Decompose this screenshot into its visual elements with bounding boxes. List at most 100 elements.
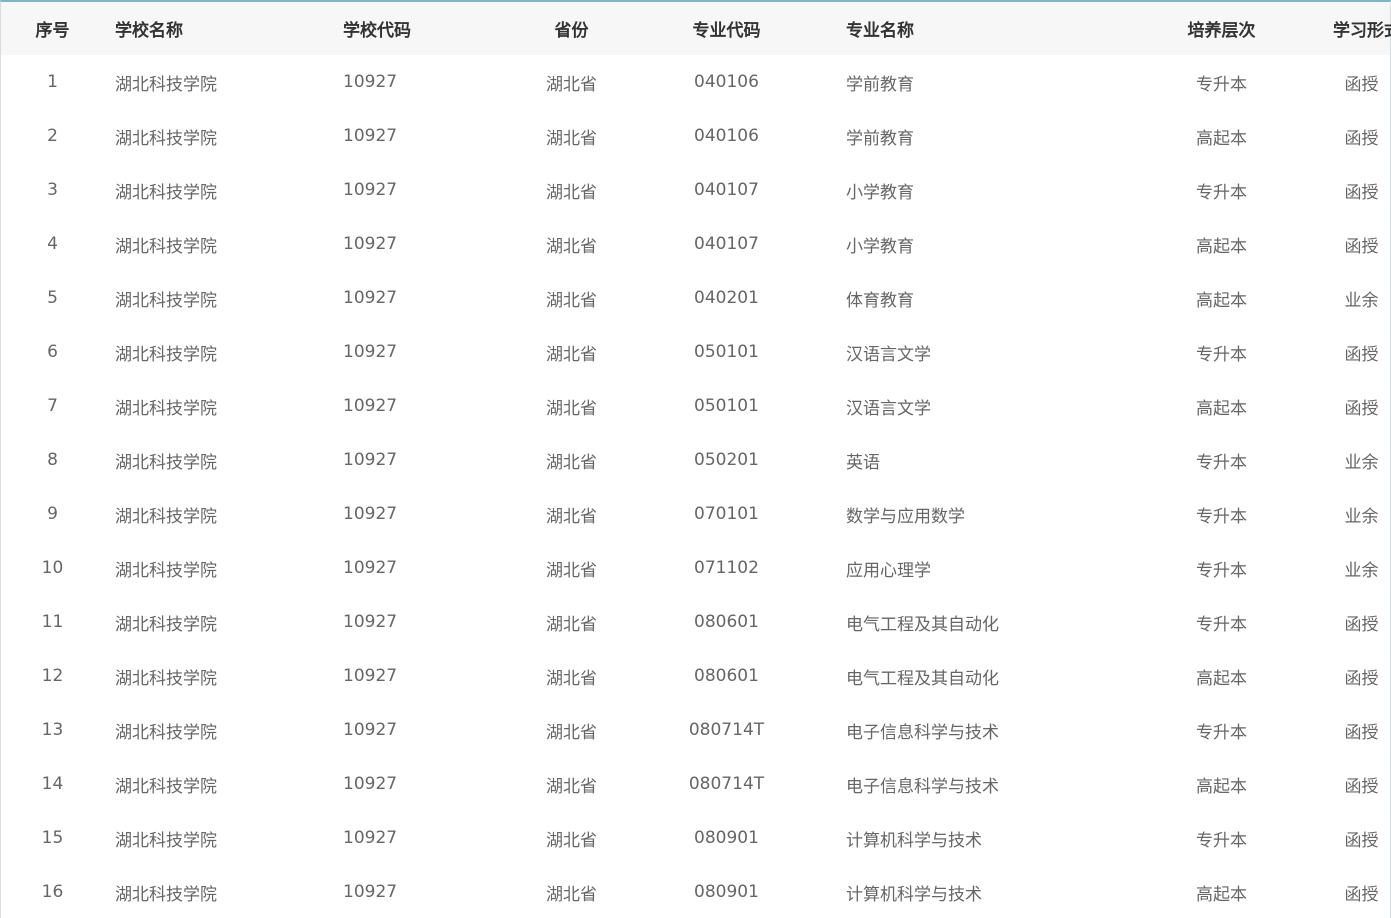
cell-index: 4 [47, 234, 58, 254]
cell-index: 16 [41, 882, 64, 902]
cell-level: 高起本 [1196, 290, 1247, 311]
cell-province: 湖北省 [546, 776, 597, 797]
table-row: 9 湖北科技学院 10927 湖北省 070101 数学与应用数学 专升本 业余 [1, 487, 1390, 541]
cell-level: 专升本 [1196, 506, 1247, 527]
cell-level: 专升本 [1196, 452, 1247, 473]
cell-major-code: 080601 [694, 612, 759, 632]
cell-school-name: 湖北科技学院 [115, 398, 217, 419]
cell-school-code: 10927 [343, 774, 398, 794]
cell-school-code: 10927 [343, 666, 398, 686]
cell-level: 高起本 [1196, 884, 1247, 905]
cell-index: 7 [47, 396, 58, 416]
cell-major-name: 体育教育 [846, 290, 914, 311]
cell-school-code: 10927 [343, 504, 398, 524]
cell-study-mode: 业余 [1344, 560, 1379, 581]
cell-province: 湖北省 [546, 884, 597, 905]
cell-level: 高起本 [1196, 398, 1247, 419]
cell-index: 3 [47, 180, 58, 200]
cell-province: 湖北省 [546, 74, 597, 95]
table-row: 4 湖北科技学院 10927 湖北省 040107 小学教育 高起本 函授 [1, 217, 1390, 271]
cell-study-mode: 函授 [1344, 884, 1379, 905]
table-row: 10 湖北科技学院 10927 湖北省 071102 应用心理学 专升本 业余 [1, 541, 1390, 595]
cell-major-name: 电子信息科学与技术 [846, 776, 999, 797]
cell-index: 2 [47, 126, 58, 146]
cell-study-mode: 业余 [1344, 506, 1379, 527]
cell-major-code: 050101 [694, 396, 759, 416]
cell-level: 专升本 [1196, 182, 1247, 203]
table-row: 15 湖北科技学院 10927 湖北省 080901 计算机科学与技术 专升本 函授 [1, 811, 1390, 865]
cell-major-name: 英语 [846, 452, 880, 473]
cell-index: 5 [47, 288, 58, 308]
cell-major-code: 070101 [694, 504, 759, 524]
cell-study-mode: 函授 [1344, 668, 1379, 689]
table-container: 序号 学校名称 学校代码 省份 专业代码 专业名称 培养层次 学习形式 1 湖北科… [0, 0, 1391, 918]
cell-school-code: 10927 [343, 72, 398, 92]
cell-school-name: 湖北科技学院 [115, 560, 217, 581]
cell-school-name: 湖北科技学院 [115, 884, 217, 905]
cell-major-name: 计算机科学与技术 [846, 884, 982, 905]
header-major-code: 专业代码 [692, 21, 761, 41]
cell-level: 专升本 [1196, 344, 1247, 365]
cell-major-code: 040107 [694, 180, 759, 200]
cell-index: 12 [41, 666, 64, 686]
cell-major-name: 电气工程及其自动化 [846, 614, 999, 635]
table-row: 6 湖北科技学院 10927 湖北省 050101 汉语言文学 专升本 函授 [1, 325, 1390, 379]
cell-level: 专升本 [1196, 830, 1247, 851]
cell-major-code: 040107 [694, 234, 759, 254]
cell-province: 湖北省 [546, 290, 597, 311]
cell-major-code: 080901 [694, 828, 759, 848]
table-row: 2 湖北科技学院 10927 湖北省 040106 学前教育 高起本 函授 [1, 109, 1390, 163]
cell-study-mode: 业余 [1344, 452, 1379, 473]
header-school-name: 学校名称 [115, 21, 183, 41]
cell-school-name: 湖北科技学院 [115, 830, 217, 851]
cell-school-code: 10927 [343, 612, 398, 632]
table-row: 16 湖北科技学院 10927 湖北省 080901 计算机科学与技术 高起本 函授 [1, 865, 1390, 918]
cell-province: 湖北省 [546, 614, 597, 635]
cell-study-mode: 函授 [1344, 830, 1379, 851]
table-row: 3 湖北科技学院 10927 湖北省 040107 小学教育 专升本 函授 [1, 163, 1390, 217]
cell-level: 专升本 [1196, 614, 1247, 635]
table-row: 14 湖北科技学院 10927 湖北省 080714T 电子信息科学与技术 高起本 函授 [1, 757, 1390, 811]
cell-province: 湖北省 [546, 722, 597, 743]
cell-school-name: 湖北科技学院 [115, 344, 217, 365]
header-index: 序号 [35, 21, 70, 41]
header-level: 培养层次 [1187, 21, 1256, 41]
cell-index: 6 [47, 342, 58, 362]
header-province: 省份 [554, 21, 589, 41]
cell-major-code: 080714T [688, 774, 765, 794]
cell-level: 高起本 [1196, 128, 1247, 149]
cell-index: 15 [41, 828, 64, 848]
cell-major-name: 小学教育 [846, 182, 914, 203]
cell-school-code: 10927 [343, 396, 398, 416]
cell-major-code: 040106 [694, 126, 759, 146]
cell-province: 湖北省 [546, 128, 597, 149]
cell-study-mode: 函授 [1344, 614, 1379, 635]
cell-school-name: 湖北科技学院 [115, 668, 217, 689]
table-header: 序号 学校名称 学校代码 省份 专业代码 专业名称 培养层次 学习形式 [1, 2, 1391, 55]
cell-province: 湖北省 [546, 398, 597, 419]
cell-study-mode: 函授 [1344, 182, 1379, 203]
cell-major-code: 050201 [694, 450, 759, 470]
cell-major-code: 050101 [694, 342, 759, 362]
cell-index: 11 [41, 612, 64, 632]
cell-province: 湖北省 [546, 506, 597, 527]
cell-province: 湖北省 [546, 830, 597, 851]
cell-major-name: 计算机科学与技术 [846, 830, 982, 851]
header-row: 序号 学校名称 学校代码 省份 专业代码 专业名称 培养层次 学习形式 [1, 2, 1391, 55]
table-row: 5 湖北科技学院 10927 湖北省 040201 体育教育 高起本 业余 [1, 271, 1390, 325]
cell-major-code: 071102 [694, 558, 759, 578]
cell-index: 9 [47, 504, 58, 524]
cell-major-name: 应用心理学 [846, 560, 931, 581]
header-study-mode: 学习形式 [1333, 21, 1391, 41]
cell-major-code: 040201 [694, 288, 759, 308]
cell-school-name: 湖北科技学院 [115, 506, 217, 527]
cell-school-name: 湖北科技学院 [115, 614, 217, 635]
majors-table: 序号 学校名称 学校代码 省份 专业代码 专业名称 培养层次 学习形式 1 湖北科… [1, 2, 1391, 918]
cell-province: 湖北省 [546, 182, 597, 203]
cell-study-mode: 函授 [1344, 74, 1379, 95]
cell-level: 专升本 [1196, 560, 1247, 581]
cell-major-name: 小学教育 [846, 236, 914, 257]
cell-major-name: 数学与应用数学 [846, 506, 965, 527]
cell-major-name: 汉语言文学 [846, 344, 931, 365]
cell-level: 专升本 [1196, 722, 1247, 743]
